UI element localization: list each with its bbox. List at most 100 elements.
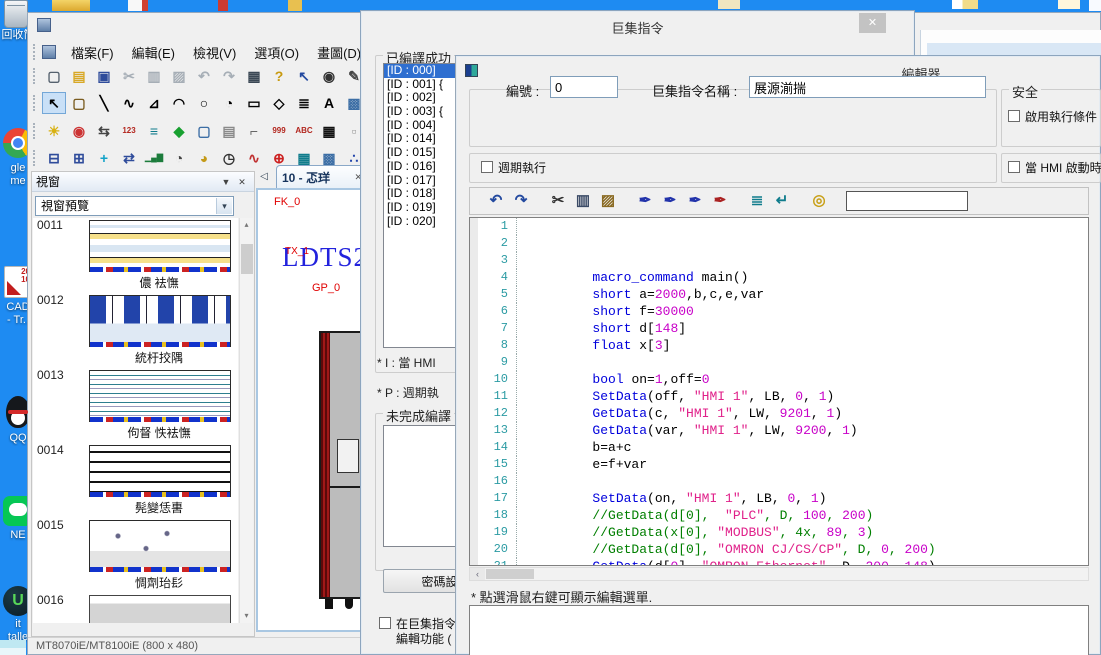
code-line[interactable]: 21 //SetData(d[0], "HMI 1", LW, 1, 148) [470, 558, 1088, 566]
scrollbar-thumb[interactable] [241, 244, 253, 274]
line-tool-icon[interactable]: ╲ [92, 92, 116, 114]
macro-id-item[interactable]: [ID : 014] [384, 132, 458, 146]
scale-tool-icon[interactable]: ≣ [292, 92, 316, 114]
layers-icon[interactable]: ≡ [142, 120, 166, 142]
menu-view[interactable]: 檢視(V) [184, 41, 245, 64]
close-icon[interactable]: ✕ [859, 13, 886, 33]
scroll-up-icon[interactable]: ▴ [240, 218, 253, 232]
menubar-handle[interactable] [33, 44, 37, 60]
code-line[interactable]: 4 short f=30000 [470, 269, 1088, 286]
code-line[interactable]: 14 [470, 439, 1088, 456]
window-thumbnail-image[interactable] [89, 445, 231, 497]
code-line[interactable]: 9 SetData(off, "HMI 1", LB, 0, 1) [470, 354, 1088, 371]
macro-name-input[interactable] [749, 76, 986, 98]
word-lamp-icon[interactable]: ◉ [67, 120, 91, 142]
search-input[interactable] [846, 191, 968, 211]
scrollbar-thumb[interactable] [486, 569, 534, 579]
macro-id-input[interactable] [550, 76, 618, 98]
move-shape-icon[interactable]: + [92, 147, 116, 169]
chevron-down-icon[interactable]: ▾ [216, 198, 232, 214]
periodic-checkbox[interactable]: 週期執行 [481, 161, 546, 176]
scroll-left-icon[interactable]: ‹ [470, 568, 485, 580]
save-icon[interactable]: ▣ [92, 65, 116, 87]
numeric-display-icon[interactable]: 999 [267, 120, 291, 142]
menu-edit[interactable]: 編輯(E) [123, 41, 184, 64]
select-tool-icon[interactable]: ↖ [42, 92, 66, 114]
checkbox-box[interactable] [1008, 161, 1020, 173]
code-line[interactable]: 19 GetData(d[0], "OMRON Ethernet", D, 20… [470, 524, 1088, 541]
toolbar-handle[interactable] [33, 150, 37, 166]
hmi-start-checkbox[interactable]: 當 HMI 啟動時 [1008, 161, 1101, 176]
execution-condition-checkbox[interactable]: 啟用執行條件 [1008, 110, 1097, 125]
window-thumbnail-item[interactable]: 0014 髡變恁軎 [33, 443, 238, 513]
window-preview-combobox[interactable]: 視窗預覽 ▾ [35, 196, 234, 216]
recycle-bin-icon[interactable] [4, 0, 28, 28]
macro-id-item[interactable]: [ID : 019] [384, 201, 458, 215]
code-editor[interactable]: 1 2 macro_command main() 3 short a=2000,… [469, 217, 1089, 566]
ascii-display-icon[interactable]: ABC [292, 120, 316, 142]
outdent-icon[interactable]: ↵ [770, 190, 794, 212]
editor-output-box[interactable] [469, 605, 1089, 655]
code-line[interactable]: 18 //GetData(d[0], "OMRON CJ/CS/CP", D, … [470, 507, 1088, 524]
macro-id-item[interactable]: [ID : 020] [384, 215, 458, 229]
new-icon[interactable]: ▢ [42, 65, 66, 87]
redo-icon[interactable]: ↷ [217, 65, 241, 87]
cut-icon[interactable]: ✂ [117, 65, 141, 87]
help-icon[interactable]: ? [267, 65, 291, 87]
bookmark-prev-icon[interactable]: ✒ [683, 190, 707, 212]
window-thumbnail-item[interactable]: 0015 惆劑珆髟 [33, 518, 238, 588]
menu-file[interactable]: 檔案(F) [62, 41, 123, 64]
uncompiled-list[interactable] [383, 425, 459, 547]
code-line[interactable]: 16 //GetData(d[0], "PLC", D, 100, 200) [470, 473, 1088, 490]
copy-icon[interactable]: ▥ [571, 190, 595, 212]
bookmark-next-icon[interactable]: ✒ [658, 190, 682, 212]
macro-id-item[interactable]: [ID : 016] [384, 160, 458, 174]
clock-icon[interactable]: ◷ [217, 147, 241, 169]
code-line[interactable]: 5 short d[148] [470, 286, 1088, 303]
scroll-down-icon[interactable]: ▾ [240, 609, 253, 623]
checkbox-box[interactable] [481, 161, 493, 173]
window-thumbnail-image[interactable] [89, 220, 231, 272]
paste-icon[interactable]: ▨ [167, 65, 191, 87]
key-icon[interactable]: ⌐ [242, 120, 266, 142]
indent-icon[interactable]: ≣ [745, 190, 769, 212]
paste-icon[interactable]: ▨ [596, 190, 620, 212]
set-bit-icon[interactable]: ⇆ [92, 120, 116, 142]
window-thumbnail-item[interactable]: 0013 佝督 怢袪憮 [33, 368, 238, 438]
function-key-icon[interactable]: ◆ [167, 120, 191, 142]
macro-id-item[interactable]: [ID : 017] [384, 174, 458, 188]
macro-id-item[interactable]: [ID : 015] [384, 146, 458, 160]
cut-icon[interactable]: ✂ [546, 190, 570, 212]
canvas-gp-label[interactable]: GP_0 [312, 282, 340, 294]
window-thumbnail-item[interactable]: 0011 儂 袪憮 [33, 218, 238, 288]
code-horizontal-scrollbar[interactable]: ‹ [469, 567, 1089, 581]
text-tool-icon[interactable]: A [317, 92, 341, 114]
menu-options[interactable]: 選項(O) [245, 41, 308, 64]
spline-tool-icon[interactable]: ∿ [117, 92, 141, 114]
code-line[interactable]: 7 [470, 320, 1088, 337]
checkbox-box[interactable] [379, 617, 391, 629]
bit-lamp-icon[interactable]: ☀ [42, 120, 66, 142]
canvas-tx-label[interactable]: TX_1 [285, 246, 309, 257]
macro-id-item[interactable]: [ID : 000] [384, 64, 458, 78]
panel-collapse-icon[interactable]: ▼ [218, 175, 234, 189]
code-line[interactable]: 10 GetData(c, "HMI 1", LW, 9201, 1) [470, 371, 1088, 388]
macro-id-item[interactable]: [ID : 001] { [384, 78, 458, 92]
numeric-input-icon[interactable]: 123 [117, 120, 141, 142]
macro-id-item[interactable]: [ID : 018] [384, 187, 458, 201]
window-thumbnail-image[interactable] [89, 595, 231, 623]
pie-chart-icon[interactable]: ◕ [192, 147, 216, 169]
toolbar-handle[interactable] [33, 68, 37, 84]
arc-tool-icon[interactable]: ◠ [167, 92, 191, 114]
macro-id-list[interactable]: [ID : 000][ID : 001] {[ID : 002][ID : 00… [383, 63, 459, 348]
open-icon[interactable]: ▤ [67, 65, 91, 87]
bar-graph-icon[interactable]: ▁▄▇ [142, 147, 166, 169]
polyline-tool-icon[interactable]: ⊿ [142, 92, 166, 114]
memo-icon[interactable]: ▤ [217, 120, 241, 142]
code-line[interactable]: 1 [470, 218, 1088, 235]
touch-object-icon[interactable]: ▢ [192, 120, 216, 142]
code-line[interactable]: 8 bool on=1,off=0 [470, 337, 1088, 354]
panel-close-icon[interactable]: ✕ [234, 175, 250, 189]
code-line[interactable]: 2 macro_command main() [470, 235, 1088, 252]
photo-app-icon[interactable] [0, 640, 26, 655]
